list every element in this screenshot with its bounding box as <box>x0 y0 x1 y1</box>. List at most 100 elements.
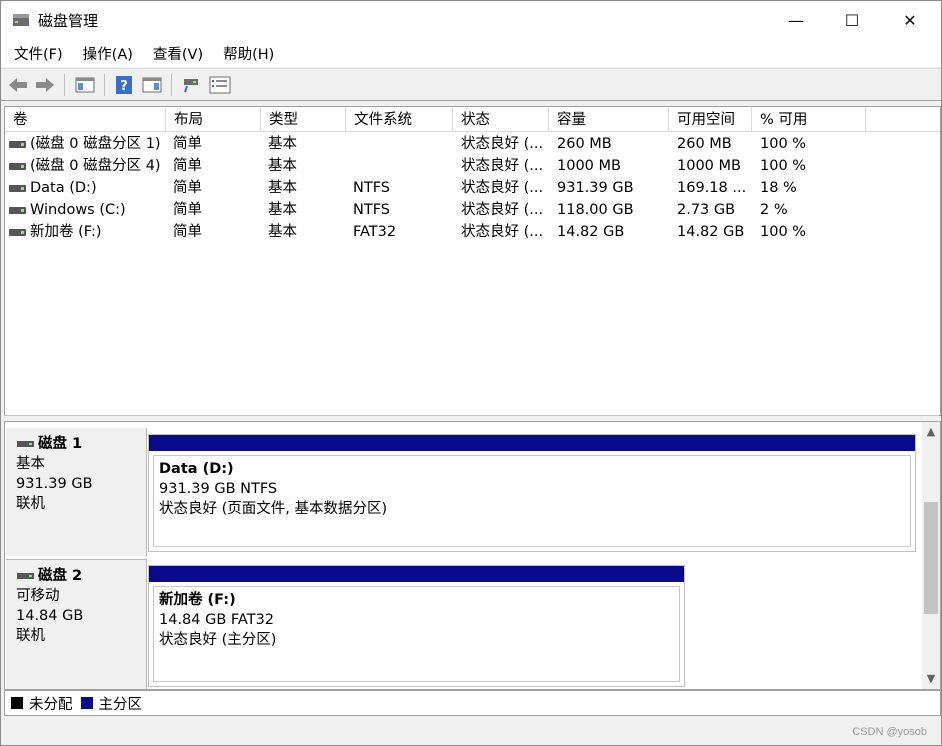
legend: 未分配 主分区 <box>4 690 941 716</box>
volume-type: 基本 <box>268 158 297 174</box>
table-row[interactable]: Data (D:) 简单 基本 NTFS 状态良好 (... 931.39 GB… <box>5 177 940 199</box>
disk-map-scrollbar[interactable]: ▲ ▼ <box>922 422 940 689</box>
disk-icon <box>17 441 34 447</box>
volume-capacity: 1000 MB <box>557 158 621 174</box>
volume-name: Data (D:) <box>30 180 97 196</box>
back-arrow-icon <box>9 78 27 92</box>
scroll-up-icon[interactable]: ▲ <box>922 424 940 440</box>
volume-status: 状态良好 (... <box>461 180 544 196</box>
table-row[interactable]: (磁盘 0 磁盘分区 4) 简单 基本 状态良好 (... 1000 MB 10… <box>5 155 940 177</box>
toolbar-separator <box>171 74 172 96</box>
show-hide-console-tree-button[interactable] <box>74 74 96 96</box>
volume-name: (磁盘 0 磁盘分区 1) <box>30 136 161 152</box>
disk-type: 可移动 <box>16 588 60 604</box>
volume-type: 基本 <box>268 202 297 218</box>
disk-map-pane: 磁盘 1 基本 931.39 GB 联机 Data (D:) 931.39 GB… <box>4 421 941 690</box>
volume-free-space: 260 MB <box>677 136 732 152</box>
close-button[interactable]: ✕ <box>881 1 939 39</box>
disk-name: 磁盘 2 <box>38 568 83 584</box>
disk-management-window: 磁盘管理 — ☐ ✕ 文件(F) 操作(A) 查看(V) 帮助(H) ? 卷 布… <box>0 0 942 746</box>
column-header-type[interactable]: 类型 <box>261 107 346 132</box>
svg-text:?: ? <box>120 79 128 94</box>
menu-view[interactable]: 查看(V) <box>153 43 203 64</box>
table-row[interactable]: 新加卷 (F:) 简单 基本 FAT32 状态良好 (... 14.82 GB … <box>5 221 940 243</box>
volume-name: (磁盘 0 磁盘分区 4) <box>30 158 161 174</box>
partition-name: 新加卷 (F:) <box>159 592 236 608</box>
disk-icon <box>17 573 34 579</box>
volume-drive-icon <box>9 207 26 214</box>
menu-file[interactable]: 文件(F) <box>14 43 63 64</box>
volume-drive-icon <box>9 163 26 170</box>
minimize-icon: — <box>788 10 804 30</box>
volume-layout: 简单 <box>173 180 202 196</box>
volume-capacity: 14.82 GB <box>557 224 625 240</box>
volume-file-system: FAT32 <box>353 224 397 240</box>
volume-percent-free: 2 % <box>760 202 788 218</box>
volume-layout: 简单 <box>173 158 202 174</box>
column-header-layout[interactable]: 布局 <box>166 107 261 132</box>
volume-type: 基本 <box>268 224 297 240</box>
back-button[interactable] <box>7 74 29 96</box>
column-header-volume[interactable]: 卷 <box>5 107 166 132</box>
column-header-percent-free[interactable]: % 可用 <box>752 107 866 132</box>
volume-capacity: 931.39 GB <box>557 180 634 196</box>
volume-status: 状态良好 (... <box>461 202 544 218</box>
volume-percent-free: 100 % <box>760 158 807 174</box>
primary-partition-swatch <box>80 697 93 709</box>
volume-list: 卷 布局 类型 文件系统 状态 容量 可用空间 % 可用 (磁盘 0 磁盘分区 … <box>4 106 941 416</box>
partition-data-d[interactable]: Data (D:) 931.39 GB NTFS 状态良好 (页面文件, 基本数… <box>148 434 916 552</box>
connect-icon <box>184 79 198 93</box>
table-row[interactable]: (磁盘 0 磁盘分区 1) 简单 基本 状态良好 (... 260 MB 260… <box>5 133 940 155</box>
volume-percent-free: 100 % <box>760 136 807 152</box>
legend-unallocated-label: 未分配 <box>29 696 73 713</box>
partition-new-volume-f[interactable]: 新加卷 (F:) 14.84 GB FAT32 状态良好 (主分区) <box>148 565 685 687</box>
column-header-free-space[interactable]: 可用空间 <box>669 107 752 132</box>
partition-details: 新加卷 (F:) 14.84 GB FAT32 状态良好 (主分区) <box>153 586 680 682</box>
disk-status: 联机 <box>16 496 45 512</box>
partition-status: 状态良好 (主分区) <box>159 632 277 648</box>
volume-free-space: 1000 MB <box>677 158 741 174</box>
volume-name: Windows (C:) <box>30 202 126 218</box>
forward-button[interactable] <box>34 74 56 96</box>
toolbar-separator <box>104 74 105 96</box>
disk-type: 基本 <box>16 456 45 472</box>
maximize-button[interactable]: ☐ <box>823 1 881 39</box>
volume-file-system: NTFS <box>353 180 390 196</box>
volume-layout: 简单 <box>173 136 202 152</box>
volume-drive-icon <box>9 141 26 148</box>
table-row[interactable]: Windows (C:) 简单 基本 NTFS 状态良好 (... 118.00… <box>5 199 940 221</box>
volume-type: 基本 <box>268 136 297 152</box>
scroll-down-icon[interactable]: ▼ <box>922 671 940 687</box>
volume-status: 状态良好 (... <box>461 158 544 174</box>
column-header-status[interactable]: 状态 <box>453 107 549 132</box>
volume-type: 基本 <box>268 180 297 196</box>
column-header-capacity[interactable]: 容量 <box>549 107 669 132</box>
disk-1-label[interactable]: 磁盘 1 基本 931.39 GB 联机 <box>6 428 147 556</box>
volume-status: 状态良好 (... <box>461 136 544 152</box>
column-header-file-system[interactable]: 文件系统 <box>346 107 453 132</box>
help-button[interactable]: ? <box>113 74 135 96</box>
watermark: CSDN @yosob <box>852 726 927 738</box>
volume-layout: 简单 <box>173 224 202 240</box>
partition-size-fs: 14.84 GB FAT32 <box>159 612 275 628</box>
volume-file-system: NTFS <box>353 202 390 218</box>
title-bar[interactable]: 磁盘管理 — ☐ ✕ <box>1 1 941 39</box>
list-view-button[interactable] <box>209 74 231 96</box>
volume-layout: 简单 <box>173 202 202 218</box>
disk-management-app-icon <box>13 14 29 26</box>
show-hide-action-pane-button[interactable] <box>141 74 163 96</box>
minimize-button[interactable]: — <box>767 1 825 39</box>
menu-action[interactable]: 操作(A) <box>83 43 133 64</box>
window-title: 磁盘管理 <box>38 12 99 30</box>
partition-name: Data (D:) <box>159 461 234 477</box>
scroll-thumb[interactable] <box>924 502 938 614</box>
console-tree-icon <box>75 77 95 93</box>
volume-percent-free: 18 % <box>760 180 797 196</box>
partition-status: 状态良好 (页面文件, 基本数据分区) <box>159 501 388 517</box>
disk-2-label[interactable]: 磁盘 2 可移动 14.84 GB 联机 <box>6 559 147 689</box>
connect-button[interactable] <box>180 74 202 96</box>
menu-help[interactable]: 帮助(H) <box>223 43 274 64</box>
disk-status: 联机 <box>16 628 45 644</box>
volume-free-space: 2.73 GB <box>677 202 736 218</box>
unallocated-swatch <box>11 697 23 709</box>
